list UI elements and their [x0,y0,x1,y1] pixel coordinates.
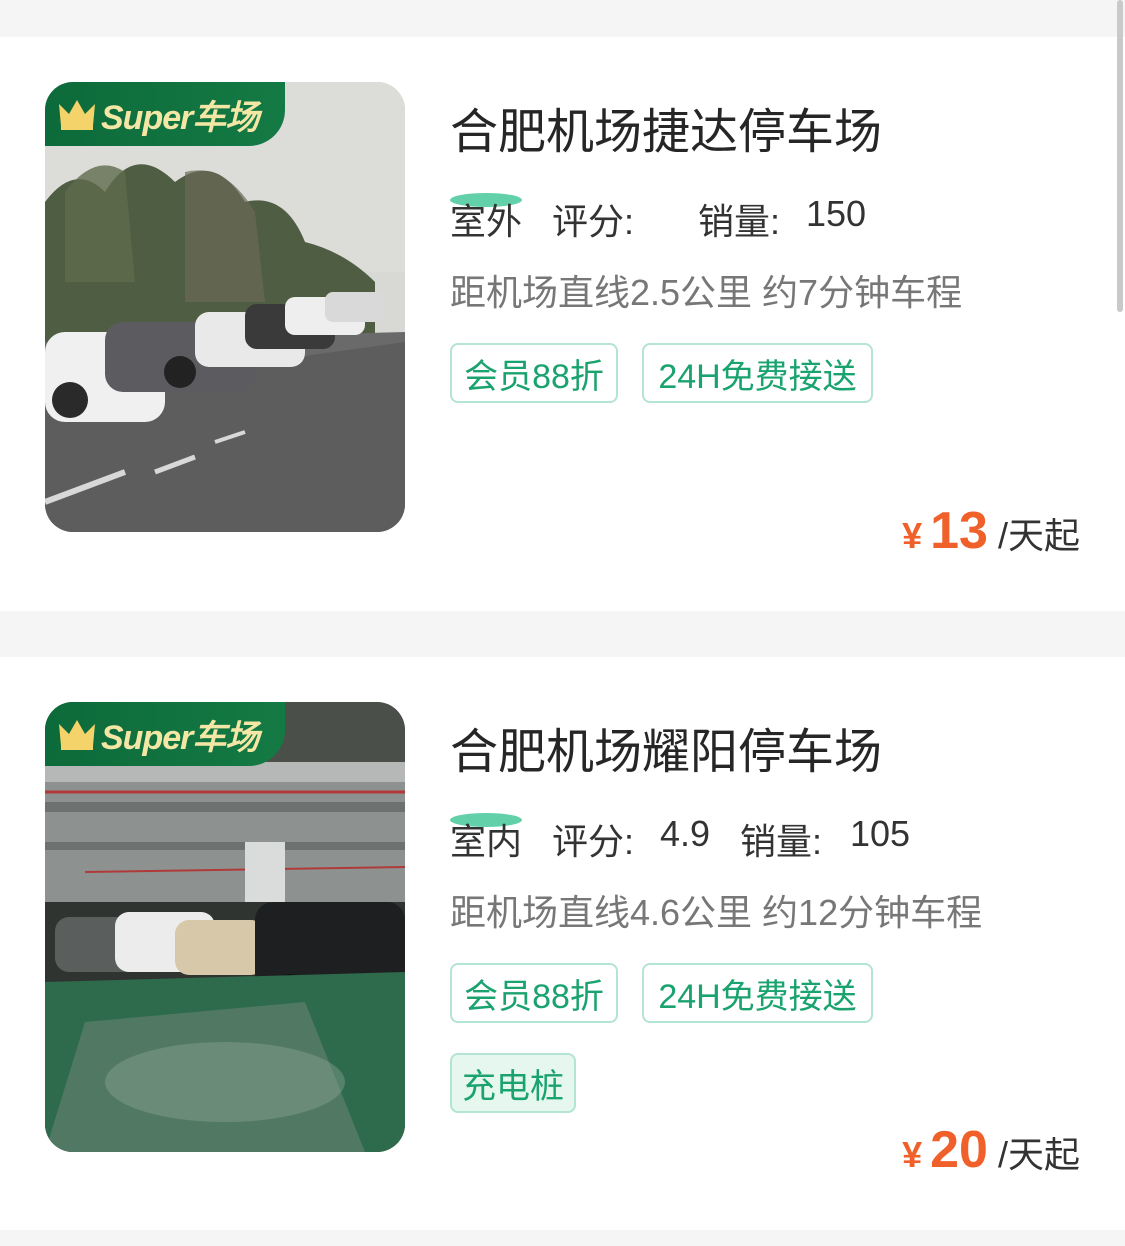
price-amount: 20 [930,1121,988,1179]
price-unit: /天起 [997,1134,1080,1175]
scrollbar-thumb[interactable] [1117,0,1123,312]
parking-lot-card[interactable]: Super车场 合肥机场耀阳停车场 室内 评分: 4.9 销量: 105 距机场… [0,657,1125,1230]
outdoor-parking-image [45,82,405,532]
indoor-parking-image [45,702,405,1152]
sales-value: 150 [806,193,867,234]
distance-text: 距机场直线2.5公里 约7分钟车程 [450,272,963,313]
parking-lot-photo: Super车场 [45,82,405,532]
tag-free-shuttle: 24H免费接送 [642,343,873,403]
sales-value: 105 [850,813,911,854]
rating-label: 评分: [552,201,635,242]
scrollbar[interactable] [1115,0,1125,1246]
sales-label: 销量: [698,201,781,242]
parking-lot-card[interactable]: Super车场 合肥机场捷达停车场 室外 评分: 销量: 150 距机场直线2.… [0,37,1125,611]
sales-label: 销量: [740,821,823,862]
distance-text: 距机场直线4.6公里 约12分钟车程 [450,892,983,933]
price-unit: /天起 [997,515,1080,556]
price-amount: 13 [930,502,988,560]
parking-lot-photo: Super车场 [45,702,405,1152]
parking-lot-title[interactable]: 合肥机场捷达停车场 [450,92,882,162]
tag-free-shuttle: 24H免费接送 [642,963,873,1023]
parking-lot-title[interactable]: 合肥机场耀阳停车场 [450,712,882,782]
rating-label: 评分: [552,821,635,862]
crown-icon [59,100,95,130]
rating-value: 4.9 [660,813,711,854]
tag-charging-station: 充电桩 [450,1053,576,1113]
super-parking-badge: Super车场 [45,702,285,766]
currency-symbol: ¥ [902,515,923,556]
badge-label: Super车场 [101,718,259,757]
tag-member-discount: 会员88折 [450,963,618,1023]
price: ¥ 13 /天起 [902,501,1080,561]
badge-label: Super车场 [101,98,259,137]
super-parking-badge: Super车场 [45,82,285,146]
tag-member-discount: 会员88折 [450,343,618,403]
price: ¥ 20 /天起 [902,1120,1080,1180]
currency-symbol: ¥ [902,1134,923,1175]
crown-icon [59,720,95,750]
